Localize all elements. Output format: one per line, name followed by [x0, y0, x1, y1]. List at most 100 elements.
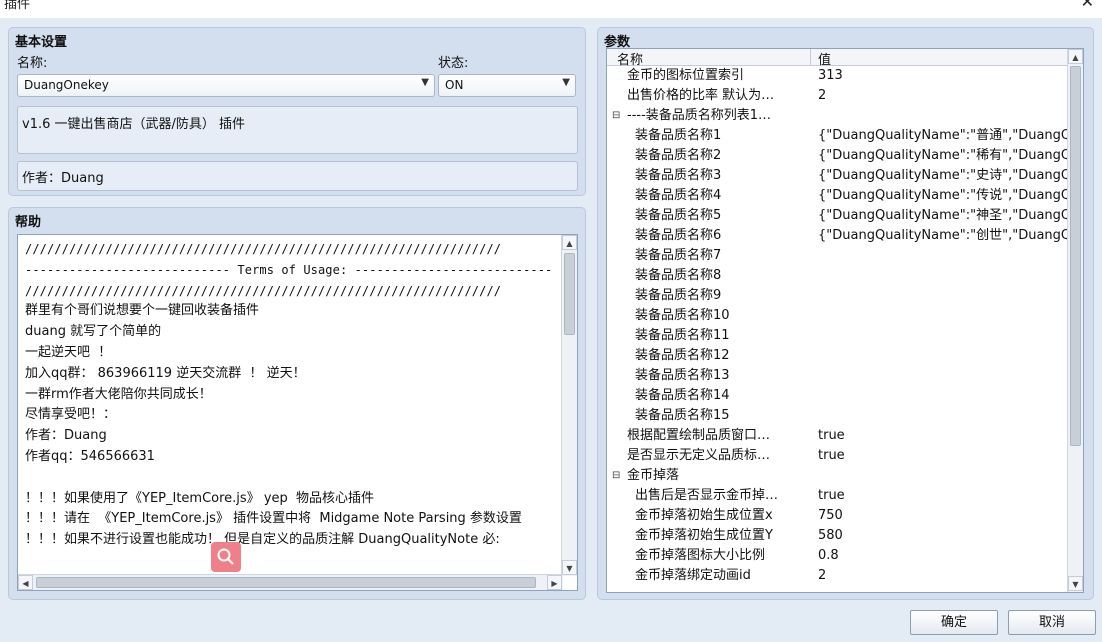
param-row[interactable]: 装备品质名称1 {"DuangQualityName":"普通","DuangQ… — [607, 126, 1069, 146]
help-line: ////////////////////////////////////////… — [25, 283, 502, 298]
param-value: true — [818, 448, 845, 463]
param-name: 金币掉落 — [627, 468, 680, 483]
param-row[interactable]: 装备品质名称13 — [607, 366, 1069, 386]
window-title: 插件 — [4, 0, 31, 12]
help-line: 群里有个哥们说想要个一键回收装备插件 — [25, 303, 260, 319]
param-name: 装备品质名称11 — [635, 328, 730, 343]
status-label: 状态: — [438, 56, 469, 71]
param-name: 装备品质名称8 — [635, 268, 722, 283]
params-rows: 金币的图标位置索引 313 出售价格的比率 默认为… 2 ⊟ ----装备品质名称列表1…… — [607, 66, 1069, 586]
scroll-right-icon[interactable]: ▶ — [547, 575, 562, 590]
param-name: 装备品质名称6 — [635, 228, 722, 243]
param-row[interactable]: ⊟ ----装备品质名称列表1… — [607, 106, 1069, 126]
param-row[interactable]: 装备品质名称10 — [607, 306, 1069, 326]
name-select[interactable]: DuangOnekey ▼ — [17, 74, 435, 97]
help-text-area[interactable]: ////////////////////////////////////////… — [17, 234, 578, 591]
param-name: 装备品质名称1 — [635, 128, 722, 143]
description-box: v1.6 一键出售商店（武器/防具） 插件 — [17, 106, 578, 154]
param-row[interactable]: 出售价格的比率 默认为… 2 — [607, 86, 1069, 106]
param-row[interactable]: 装备品质名称2 {"DuangQualityName":"稀有","DuangQ… — [607, 146, 1069, 166]
param-name: 出售后是否显示金币掉… — [635, 488, 779, 503]
ok-button[interactable]: 确定 — [910, 610, 998, 635]
help-line: 尽情享受吧！： — [25, 407, 117, 423]
scroll-left-icon[interactable]: ◀ — [18, 575, 33, 590]
param-row[interactable]: 装备品质名称7 — [607, 246, 1069, 266]
help-line: duang 就写了个简单的 — [25, 324, 162, 340]
params-vertical-scroll-thumb[interactable] — [1070, 66, 1081, 446]
scroll-down-icon[interactable]: ▼ — [1068, 576, 1083, 591]
help-horizontal-scrollbar[interactable]: ◀ ▶ — [18, 574, 563, 590]
param-row[interactable]: 装备品质名称15 — [607, 406, 1069, 426]
param-value: 2 — [818, 568, 827, 583]
param-row[interactable]: 装备品质名称9 — [607, 286, 1069, 306]
param-row[interactable]: 出售后是否显示金币掉… true — [607, 486, 1069, 506]
param-value: {"DuangQualityName":"神圣","DuangQ… — [818, 208, 1068, 223]
param-value: {"DuangQualityName":"史诗","DuangQ… — [818, 168, 1068, 183]
author-box: 作者：Duang — [17, 161, 578, 191]
help-line: ---------------------------- Terms of Us… — [25, 262, 553, 277]
param-name: 装备品质名称9 — [635, 288, 722, 303]
param-name: 装备品质名称14 — [635, 388, 730, 403]
cancel-button[interactable]: 取消 — [1008, 610, 1096, 635]
status-select[interactable]: ON ▼ — [438, 74, 576, 97]
search-icon[interactable] — [211, 542, 241, 572]
param-name: 装备品质名称3 — [635, 168, 722, 183]
name-select-value: DuangOnekey — [24, 78, 109, 92]
column-divider[interactable] — [810, 49, 811, 66]
param-row[interactable]: 装备品质名称11 — [607, 326, 1069, 346]
collapse-icon[interactable]: ⊟ — [612, 106, 620, 126]
param-row[interactable]: 根据配置绘制品质窗口… true — [607, 426, 1069, 446]
param-value: 580 — [818, 528, 843, 543]
param-row[interactable]: 金币掉落初始生成位置Y 580 — [607, 526, 1069, 546]
help-line: ////////////////////////////////////////… — [25, 242, 502, 256]
param-name: 金币掉落初始生成位置Y — [635, 528, 773, 543]
param-name: 根据配置绘制品质窗口… — [627, 428, 771, 443]
param-row[interactable]: 装备品质名称5 {"DuangQualityName":"神圣","DuangQ… — [607, 206, 1069, 226]
close-icon[interactable]: ✕ — [1081, 0, 1094, 11]
param-name: 装备品质名称12 — [635, 348, 730, 363]
params-vertical-scrollbar[interactable]: ▲ ▼ — [1067, 49, 1083, 592]
param-value: 2 — [818, 88, 827, 103]
scroll-up-icon[interactable]: ▲ — [1068, 49, 1083, 64]
collapse-icon[interactable]: ⊟ — [612, 466, 620, 486]
basic-settings-panel: 基本设置 名称: DuangOnekey ▼ 状态: ON ▼ v1.6 一键出… — [8, 27, 586, 196]
param-name: 出售价格的比率 默认为… — [627, 88, 775, 103]
param-name: 金币掉落初始生成位置x — [635, 508, 773, 523]
param-value: {"DuangQualityName":"创世","DuangQ… — [818, 228, 1068, 243]
param-name: 金币的图标位置索引 — [627, 68, 745, 83]
param-value: 750 — [818, 508, 843, 523]
param-value: 313 — [818, 68, 843, 83]
help-line: 加入qq群： 863966119 逆天交流群 ！ 逆天！ — [25, 365, 306, 381]
params-panel: 参数 名称 值 金币的图标位置索引 313 出售价格的比率 默认为… 2 ⊟ ----装备… — [597, 27, 1094, 600]
param-name: 是否显示无定义品质标… — [627, 448, 771, 463]
param-value: {"DuangQualityName":"普通","DuangQ… — [818, 128, 1068, 143]
status-select-value: ON — [445, 78, 464, 92]
params-table: 名称 值 金币的图标位置索引 313 出售价格的比率 默认为… 2 ⊟ ----装备品质名… — [606, 48, 1084, 593]
param-row[interactable]: 金币掉落初始生成位置x 750 — [607, 506, 1069, 526]
param-name: 装备品质名称15 — [635, 408, 730, 423]
param-row[interactable]: 装备品质名称4 {"DuangQualityName":"传说","DuangQ… — [607, 186, 1069, 206]
param-row[interactable]: 金币掉落绑定动画id 2 — [607, 566, 1069, 586]
param-row[interactable]: 装备品质名称6 {"DuangQualityName":"创世","DuangQ… — [607, 226, 1069, 246]
param-value: 0.8 — [818, 548, 839, 563]
param-row[interactable]: 装备品质名称3 {"DuangQualityName":"史诗","DuangQ… — [607, 166, 1069, 186]
param-row[interactable]: 装备品质名称14 — [607, 386, 1069, 406]
help-line: ！！！如果不进行设置也能成功！ 但是自定义的品质注解 DuangQualityN… — [25, 532, 500, 548]
param-row[interactable]: 装备品质名称8 — [607, 266, 1069, 286]
param-row[interactable]: 金币的图标位置索引 313 — [607, 66, 1069, 86]
scroll-up-icon[interactable]: ▲ — [562, 235, 577, 250]
help-vertical-scrollbar[interactable]: ▲ ▼ — [561, 235, 577, 576]
param-row[interactable]: 金币掉落图标大小比例 0.8 — [607, 546, 1069, 566]
help-horizontal-scroll-thumb[interactable] — [36, 577, 536, 588]
scroll-down-icon[interactable]: ▼ — [562, 560, 577, 575]
help-header: 帮助 — [15, 215, 42, 230]
help-vertical-scroll-thumb[interactable] — [564, 253, 575, 335]
param-row[interactable]: 装备品质名称12 — [607, 346, 1069, 366]
param-name: 金币掉落图标大小比例 — [635, 548, 766, 563]
param-row[interactable]: ⊟ 金币掉落 — [607, 466, 1069, 486]
param-row[interactable]: 是否显示无定义品质标… true — [607, 446, 1069, 466]
basic-settings-header: 基本设置 — [15, 35, 68, 50]
chevron-down-icon: ▼ — [421, 77, 429, 88]
param-value: {"DuangQualityName":"稀有","DuangQ… — [818, 148, 1068, 163]
param-name: ----装备品质名称列表1… — [627, 108, 772, 123]
